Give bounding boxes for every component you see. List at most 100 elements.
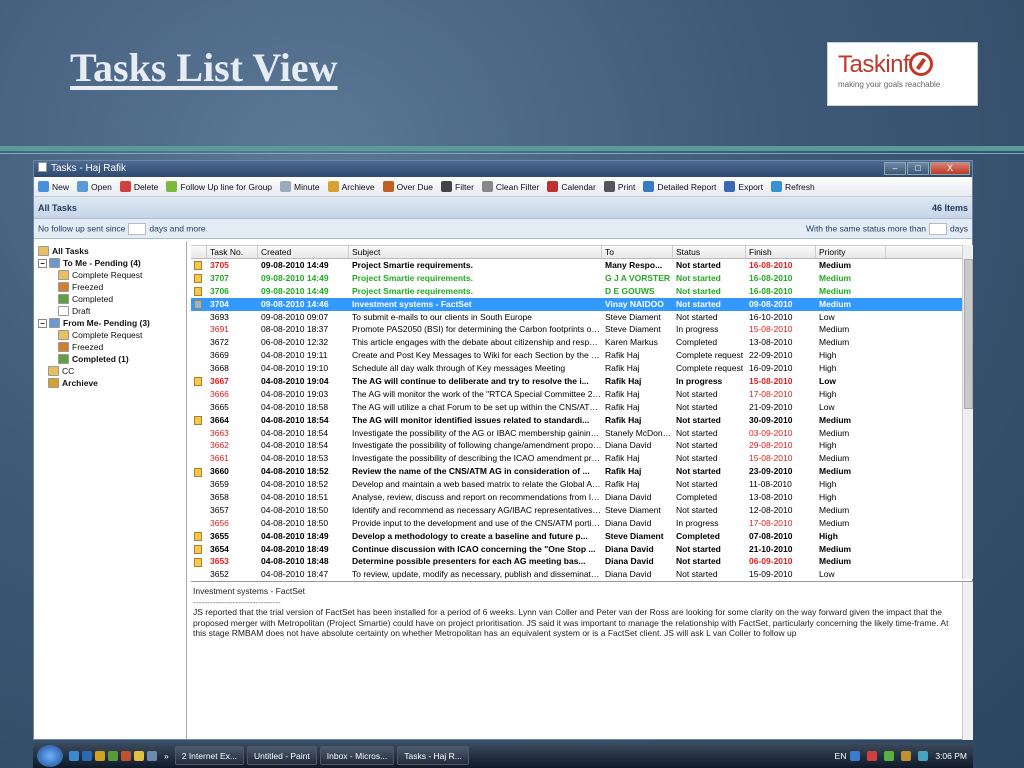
tree-node[interactable]: Completed: [34, 293, 186, 305]
table-row[interactable]: 3666 04-08-2010 19:03 The AG will monitor …: [191, 388, 973, 401]
window-titlebar[interactable]: Tasks - Haj Rafik – □ X: [34, 161, 972, 177]
table-row[interactable]: 3659 04-08-2010 18:52 Develop and maintain…: [191, 478, 973, 491]
quicklaunch-icon[interactable]: [69, 750, 79, 761]
grid-scrollbar[interactable]: [962, 245, 973, 579]
detail-scrollbar[interactable]: [962, 582, 973, 740]
over-due-button[interactable]: Over Due: [382, 181, 433, 192]
tree-node[interactable]: Freezed: [34, 281, 186, 293]
column-header[interactable]: Status: [673, 246, 746, 258]
minimize-button[interactable]: –: [884, 162, 906, 175]
taskbar-button-ie[interactable]: 2 Internet Ex...: [174, 746, 245, 765]
table-row[interactable]: 3652 04-08-2010 18:47 To review, update, m…: [191, 568, 973, 579]
tree-node[interactable]: Completed (1): [34, 353, 186, 365]
tree-node[interactable]: CC: [34, 365, 186, 377]
table-row[interactable]: 3655 04-08-2010 18:49 Develop a methodolog…: [191, 530, 973, 543]
table-row[interactable]: 3707 09-08-2010 14:49 Project Smartie requ…: [191, 272, 973, 285]
cell-task-no: 3672: [210, 337, 229, 348]
archieve-button[interactable]: Archieve: [327, 181, 375, 192]
table-row[interactable]: 3706 09-08-2010 14:49 Project Smartie requ…: [191, 285, 973, 298]
cell-to: Steve Diament: [605, 530, 664, 541]
tray-icon[interactable]: [884, 750, 895, 761]
clean-filter-button[interactable]: Clean Filter: [481, 181, 539, 192]
tree-node[interactable]: Draft: [34, 305, 186, 317]
detailed-report-button[interactable]: Detailed Report: [643, 181, 716, 192]
table-row[interactable]: 3669 04-08-2010 19:11 Create and Post Key …: [191, 349, 973, 362]
folder-icon[interactable]: [95, 750, 105, 761]
taskbar-button-paint[interactable]: Untitled - Paint: [247, 746, 317, 765]
print-button[interactable]: Print: [603, 181, 635, 192]
column-header[interactable]: To: [602, 246, 673, 258]
calendar-button[interactable]: Calendar: [547, 181, 596, 192]
table-row[interactable]: 3658 04-08-2010 18:51 Analyse, review, dis…: [191, 491, 973, 504]
open-button[interactable]: Open: [77, 181, 112, 192]
delete-button[interactable]: Delete: [119, 181, 158, 192]
clock[interactable]: 3:06 PM: [935, 751, 967, 761]
tree-node[interactable]: − From Me- Pending (3): [34, 317, 186, 329]
help-icon[interactable]: [850, 750, 861, 761]
table-row[interactable]: 3660 04-08-2010 18:52 Review the name of t…: [191, 465, 973, 478]
app-icon[interactable]: [121, 750, 131, 761]
cell-status: In progress: [676, 376, 723, 387]
table-row[interactable]: 3667 04-08-2010 19:04 The AG will continue…: [191, 375, 973, 388]
more-icon[interactable]: »: [164, 751, 169, 761]
expander-icon[interactable]: −: [38, 258, 47, 268]
status-days-input[interactable]: [929, 222, 948, 235]
ie-icon[interactable]: [82, 750, 92, 761]
app-icon[interactable]: [147, 750, 157, 761]
column-header[interactable]: Subject: [349, 246, 602, 258]
filter-button[interactable]: Filter: [441, 181, 474, 192]
report-icon: [643, 181, 655, 192]
table-row[interactable]: 3704 09-08-2010 14:46 Investment systems -…: [191, 297, 973, 311]
expander-icon[interactable]: −: [38, 318, 47, 328]
tree-node[interactable]: Complete Request: [34, 269, 186, 281]
table-row[interactable]: 3653 04-08-2010 18:48 Determine possible p…: [191, 555, 973, 568]
new-button[interactable]: New: [38, 181, 69, 192]
tree-node[interactable]: All Tasks: [34, 245, 186, 257]
cell-priority: Low: [819, 569, 835, 579]
table-row[interactable]: 3656 04-08-2010 18:50 Provide input to the…: [191, 517, 973, 530]
table-row[interactable]: 3663 04-08-2010 18:54 Investigate the poss…: [191, 427, 973, 440]
follow-up-line-for-group-button[interactable]: Follow Up line for Group: [166, 181, 272, 192]
table-row[interactable]: 3654 04-08-2010 18:49 Continue discussion …: [191, 543, 973, 556]
minute-button[interactable]: Minute: [280, 181, 320, 192]
start-button[interactable]: [37, 744, 63, 767]
followup-days-input[interactable]: [128, 222, 147, 235]
column-header[interactable]: Task No.: [207, 246, 258, 258]
table-row[interactable]: 3657 04-08-2010 18:50 Identify and recomme…: [191, 504, 973, 517]
taskbar-button-inbox[interactable]: Inbox - Micros...: [319, 746, 395, 765]
column-header[interactable]: [191, 246, 207, 258]
language-indicator[interactable]: EN: [835, 751, 847, 761]
close-button[interactable]: X: [930, 162, 970, 175]
export-button[interactable]: Export: [724, 181, 763, 192]
column-header[interactable]: Created: [258, 246, 349, 258]
table-row[interactable]: 3662 04-08-2010 18:54 Investigate the poss…: [191, 439, 973, 452]
app-icon[interactable]: [108, 750, 118, 761]
tray-icon[interactable]: [867, 750, 878, 761]
table-row[interactable]: 3691 08-08-2010 18:37 Promote PAS2050 (BSI…: [191, 323, 973, 336]
tree-node[interactable]: Freezed: [34, 341, 186, 353]
cell-task-no: 3652: [210, 569, 229, 579]
table-row[interactable]: 3693 09-08-2010 09:07 To submit e-mails to…: [191, 311, 973, 324]
table-row[interactable]: 3705 09-08-2010 14:49 Project Smartie requ…: [191, 259, 973, 272]
network-icon[interactable]: [918, 750, 929, 761]
cell-task-no: 3669: [210, 350, 229, 361]
tray-icon[interactable]: [901, 750, 912, 761]
table-row[interactable]: 3672 06-08-2010 12:32 This article engages…: [191, 336, 973, 349]
grid-scroll-thumb[interactable]: [964, 259, 973, 409]
cell-priority: Medium: [819, 427, 850, 438]
app-icon[interactable]: [134, 750, 144, 761]
tree-node[interactable]: Archieve: [34, 377, 186, 389]
taskbar-button-tasks[interactable]: Tasks - Haj R...: [397, 746, 469, 765]
tree-node[interactable]: − To Me - Pending (4): [34, 257, 186, 269]
tree-node[interactable]: Complete Request: [34, 329, 186, 341]
table-row[interactable]: 3668 04-08-2010 19:10 Schedule all day wal…: [191, 362, 973, 375]
column-header[interactable]: Finish: [746, 246, 816, 258]
refresh-button[interactable]: Refresh: [771, 181, 815, 192]
table-row[interactable]: 3665 04-08-2010 18:58 The AG will utilize …: [191, 401, 973, 414]
maximize-button[interactable]: □: [907, 162, 929, 175]
tasks-window: Tasks - Haj Rafik – □ X New Open Delete Fol…: [33, 160, 973, 740]
table-row[interactable]: 3661 04-08-2010 18:53 Investigate the poss…: [191, 452, 973, 465]
column-header[interactable]: Priority: [816, 246, 886, 258]
table-row[interactable]: 3664 04-08-2010 18:54 The AG will monitor …: [191, 414, 973, 427]
folder-icon: [58, 294, 69, 304]
